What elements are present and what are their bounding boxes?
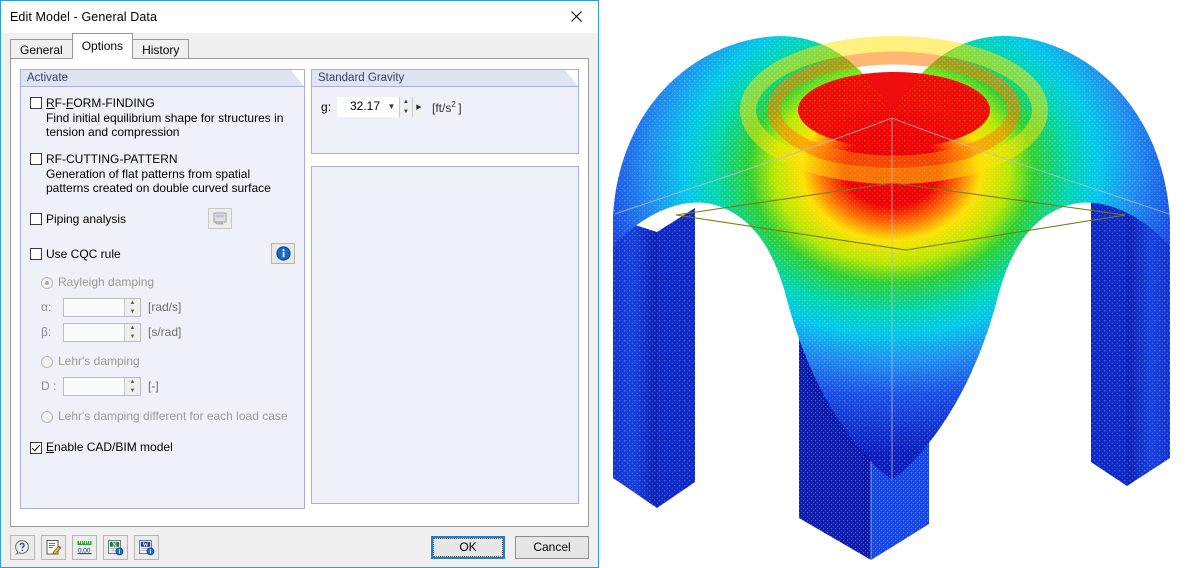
rf-form-finding-block: RF-FORM-FINDING Find initial equilibrium…	[30, 96, 295, 139]
rayleigh-damping-radio[interactable]	[41, 276, 53, 289]
word-icon[interactable]: W	[134, 534, 159, 560]
options-tab-page: Activate RF-FORM-FINDING Find initial eq…	[10, 58, 589, 527]
rayleigh-damping-row[interactable]: Rayleigh damping	[41, 275, 295, 289]
chevron-down-icon[interactable]: ▼	[384, 97, 399, 117]
svg-text:W: W	[143, 542, 149, 548]
alpha-unit: [rad/s]	[148, 300, 182, 314]
dialog-footer: 0.00 X W OK Cancel	[1, 527, 598, 567]
standard-gravity-group: Standard Gravity g: 32.17 ▼ ▲ ▼ ▶ [ft/s2 …	[311, 69, 579, 154]
standard-gravity-body: g: 32.17 ▼ ▲ ▼ ▶ [ft/s2 ]	[312, 87, 578, 124]
rf-form-finding-label: RF-FORM-FINDING	[46, 96, 155, 110]
tab-general[interactable]: General	[10, 39, 73, 59]
lehr-per-load-case-radio[interactable]	[41, 410, 53, 423]
activate-group: Activate RF-FORM-FINDING Find initial eq…	[20, 69, 305, 509]
dialog-title: Edit Model - General Data	[10, 9, 158, 24]
gravity-field-row: g: 32.17 ▼ ▲ ▼ ▶ [ft/s2 ]	[321, 95, 569, 118]
dialog-titlebar: Edit Model - General Data	[1, 1, 598, 33]
activate-group-body: RF-FORM-FINDING Find initial equilibrium…	[21, 87, 304, 460]
edit-model-dialog: Edit Model - General Data General Option…	[0, 0, 599, 568]
gravity-combo[interactable]: 32.17 ▼ ▲ ▼ ▶	[337, 96, 425, 117]
rayleigh-damping-label: Rayleigh damping	[58, 275, 155, 289]
help-icon[interactable]	[10, 534, 35, 560]
ok-button-label: OK	[433, 537, 503, 557]
enable-cad-bim-checkbox[interactable]	[30, 441, 42, 454]
close-icon[interactable]	[554, 1, 598, 31]
rf-cutting-pattern-label: RF-CUTTING-PATTERN	[46, 152, 178, 166]
dialog-action-buttons: OK Cancel	[431, 535, 589, 559]
empty-panel-body	[312, 167, 578, 503]
lehr-damping-radio[interactable]	[41, 355, 53, 368]
tab-history[interactable]: History	[132, 39, 190, 59]
tab-strip: General Options History	[1, 33, 598, 59]
d-spinner-icon[interactable]: ▲ ▼	[124, 378, 140, 395]
app-root: Edit Model - General Data General Option…	[0, 0, 1185, 568]
left-column: Activate RF-FORM-FINDING Find initial eq…	[11, 59, 305, 526]
use-cqc-rule-row: Use CQC rule	[30, 243, 295, 264]
beta-field-row: β: ▲ ▼ [s/rad]	[41, 323, 295, 342]
lehr-damping-label: Lehr's damping	[58, 354, 140, 368]
excel-icon[interactable]: X	[103, 534, 128, 560]
rf-cutting-pattern-checkbox[interactable]	[30, 153, 42, 165]
d-unit: [-]	[148, 379, 159, 393]
alpha-label: α:	[41, 300, 52, 314]
alpha-input[interactable]: ▲ ▼	[63, 298, 141, 317]
beta-input[interactable]: ▲ ▼	[63, 323, 141, 342]
beta-unit: [s/rad]	[148, 325, 182, 339]
rf-cutting-pattern-row[interactable]: RF-CUTTING-PATTERN	[30, 152, 295, 166]
rf-form-finding-description: Find initial equilibrium shape for struc…	[46, 111, 284, 139]
rf-form-finding-row[interactable]: RF-FORM-FINDING	[30, 96, 295, 110]
beta-label: β:	[41, 325, 52, 339]
use-cqc-rule-label: Use CQC rule	[46, 246, 121, 261]
piping-analysis-checkbox[interactable]	[30, 213, 42, 225]
fea-result-3d-view[interactable]	[599, 0, 1185, 568]
svg-text:X: X	[112, 542, 117, 548]
units-icon[interactable]: 0.00	[72, 534, 97, 560]
lehr-per-load-case-row[interactable]: Lehr's damping different for each load c…	[41, 409, 295, 423]
arrow-right-icon[interactable]: ▶	[412, 96, 425, 117]
rf-cutting-pattern-block: RF-CUTTING-PATTERN Generation of flat pa…	[30, 152, 295, 195]
standard-gravity-caption: Standard Gravity	[312, 70, 578, 87]
info-icon[interactable]	[271, 243, 295, 264]
piping-settings-icon[interactable]	[208, 208, 232, 229]
fea-mesh-graphic	[599, 0, 1185, 568]
alpha-field-row: α: ▲ ▼ [rad/s]	[41, 298, 295, 317]
beta-spinner-icon[interactable]: ▲ ▼	[124, 324, 140, 341]
gravity-spinner-icon[interactable]: ▲ ▼	[399, 96, 412, 117]
alpha-value[interactable]	[64, 299, 124, 316]
rf-form-finding-checkbox[interactable]	[30, 97, 42, 109]
gravity-unit: [ft/s2 ]	[432, 100, 462, 115]
use-cqc-rule-checkbox[interactable]	[30, 248, 42, 260]
lehr-per-load-case-label: Lehr's damping different for each load c…	[58, 409, 288, 423]
edit-note-icon[interactable]	[41, 534, 66, 560]
lehr-damping-row[interactable]: Lehr's damping	[41, 354, 295, 368]
tab-options[interactable]: Options	[71, 33, 134, 59]
activate-group-caption: Activate	[21, 70, 304, 87]
enable-cad-bim-label: Enable CAD/BIM model	[46, 440, 173, 454]
gravity-label: g:	[321, 99, 332, 114]
right-column: Standard Gravity g: 32.17 ▼ ▲ ▼ ▶ [ft/s2 …	[305, 59, 588, 526]
d-label: D :	[41, 379, 57, 393]
ok-button[interactable]: OK	[431, 535, 505, 559]
d-field-row: D : ▲ ▼ [-]	[41, 377, 295, 396]
cancel-button[interactable]: Cancel	[515, 535, 589, 559]
rf-cutting-pattern-description: Generation of flat patterns from spatial…	[46, 167, 271, 195]
leg-back-left	[613, 208, 695, 508]
d-input[interactable]: ▲ ▼	[63, 377, 141, 396]
empty-panel	[311, 166, 579, 504]
piping-analysis-label: Piping analysis	[46, 211, 127, 226]
gravity-value[interactable]: 32.17	[337, 97, 384, 117]
leg-back-right	[1091, 196, 1170, 486]
enable-cad-bim-row[interactable]: Enable CAD/BIM model	[30, 440, 295, 454]
alpha-spinner-icon[interactable]: ▲ ▼	[124, 299, 140, 316]
d-value[interactable]	[64, 378, 124, 395]
piping-analysis-row: Piping analysis	[30, 208, 295, 229]
beta-value[interactable]	[64, 324, 124, 341]
